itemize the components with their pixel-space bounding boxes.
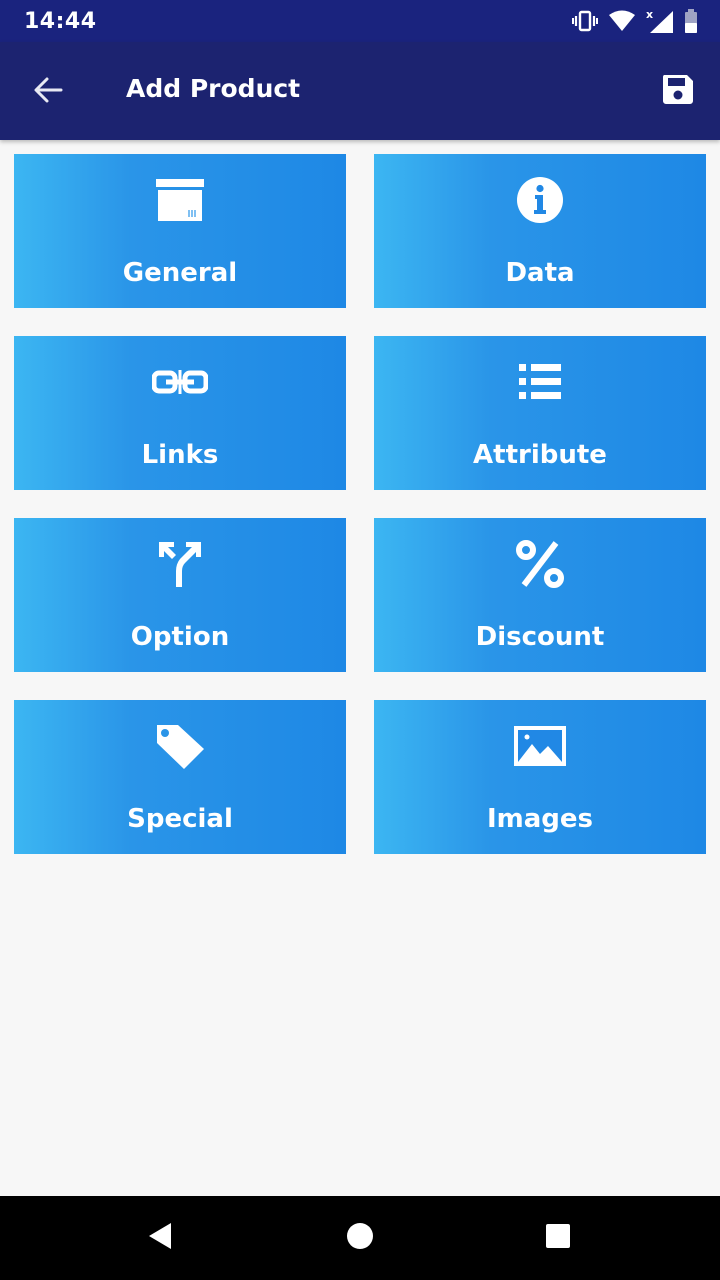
tile-label: Data [505,258,575,288]
merge-arrows-icon [150,538,210,590]
list-icon [510,356,570,408]
tag-icon [150,720,210,772]
svg-text:x: x [646,8,653,21]
wifi-icon [608,10,636,32]
tile-general[interactable]: General [14,154,346,308]
status-time: 14:44 [24,9,97,34]
save-button[interactable] [656,69,700,113]
status-bar: 14:44 x [0,0,720,42]
arrow-back-icon [33,76,63,108]
tile-option[interactable]: Option [14,518,346,672]
tile-links[interactable]: Links [14,336,346,490]
box-icon [150,174,210,226]
vibrate-icon [572,9,598,33]
tile-data[interactable]: Data [374,154,706,308]
tile-images[interactable]: Images [374,700,706,854]
percent-icon [510,538,570,590]
back-triangle-icon [147,1221,173,1255]
product-section-grid: General Data Links Attribute Option Disc… [14,154,706,854]
nav-home-button[interactable] [340,1218,380,1258]
tile-special[interactable]: Special [14,700,346,854]
page-title: Add Product [126,74,301,103]
tile-label: Links [141,440,219,470]
image-icon [510,720,570,772]
nav-recents-button[interactable] [538,1218,578,1258]
nav-back-button[interactable] [140,1218,180,1258]
info-icon [510,174,570,226]
tile-discount[interactable]: Discount [374,518,706,672]
tile-label: Option [130,622,230,652]
battery-icon [684,9,698,33]
system-nav-bar [0,1196,720,1280]
recents-square-icon [545,1223,571,1253]
link-icon [150,356,210,408]
home-circle-icon [346,1222,374,1254]
back-button[interactable] [26,70,70,114]
signal-icon: x [646,8,674,34]
tile-label: General [122,258,238,288]
tile-label: Special [127,804,233,834]
save-icon [661,72,695,110]
tile-label: Images [486,804,594,834]
status-icons: x [572,8,698,34]
app-bar: Add Product [0,42,720,140]
tile-label: Discount [475,622,605,652]
tile-attribute[interactable]: Attribute [374,336,706,490]
tile-label: Attribute [473,440,607,470]
